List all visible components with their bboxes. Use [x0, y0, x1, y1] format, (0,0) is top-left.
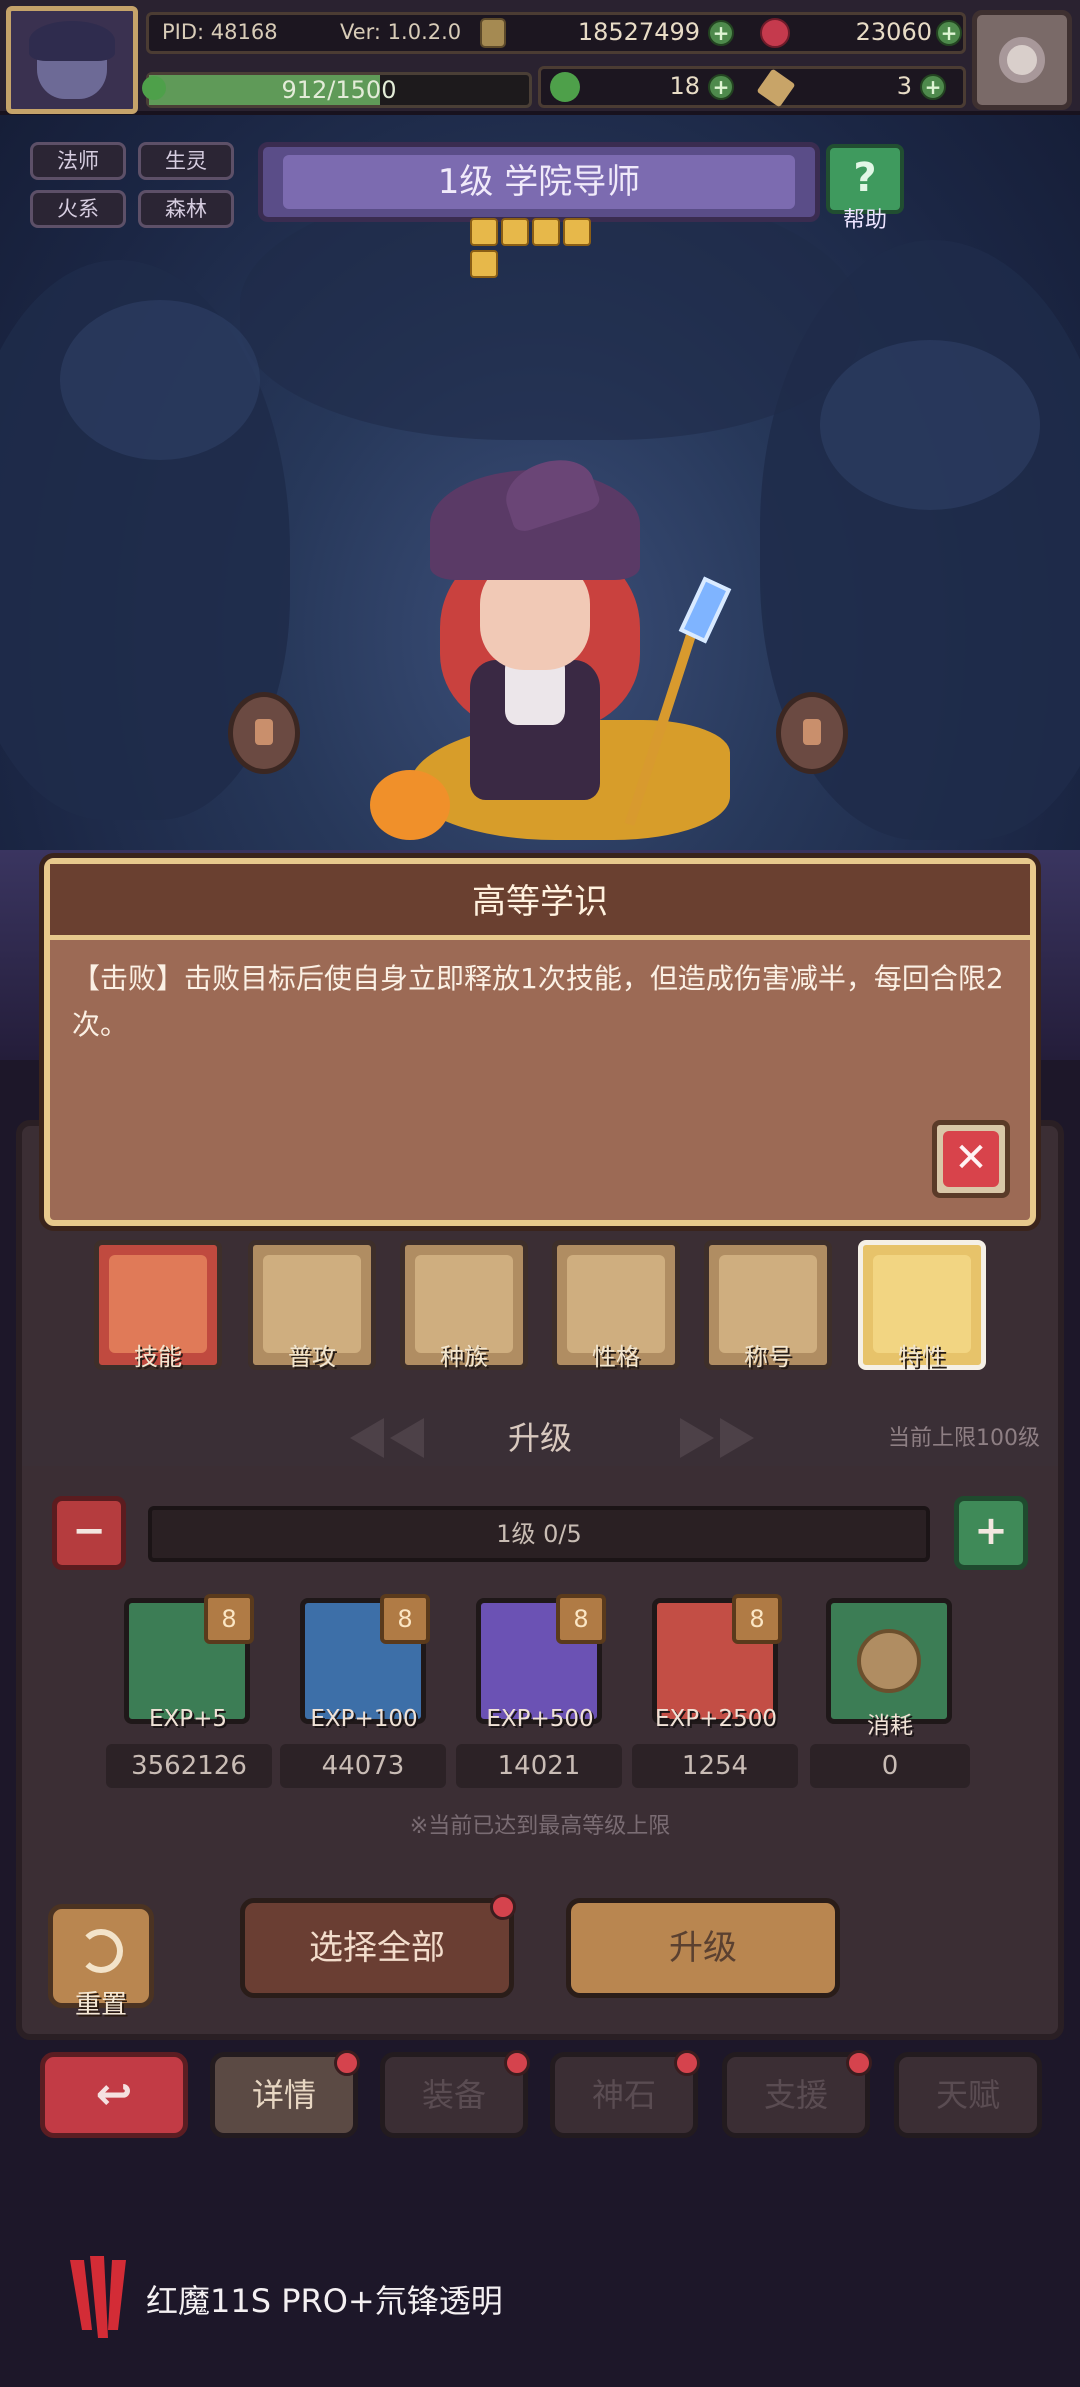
- tab-race[interactable]: 种族: [400, 1240, 528, 1371]
- exp-item-large-label: EXP+500: [486, 1706, 594, 1732]
- trait-detail-modal: 高等学识 【击败】击败目标后使自身立即释放1次技能，但造成伤害减半，每回合限2次…: [44, 858, 1036, 1226]
- level-progress-bar: 1级 0/5: [148, 1506, 930, 1562]
- star-icon: [501, 218, 529, 246]
- ruby-gem-icon: [760, 18, 790, 48]
- modal-description: 【击败】击败目标后使自身立即释放1次技能，但造成伤害减半，每回合限2次。: [72, 962, 1004, 1041]
- notification-dot: [674, 2050, 700, 2076]
- item-badge: 8: [380, 1594, 430, 1644]
- close-icon: ✕: [943, 1131, 999, 1187]
- exp-text: 912/1500: [281, 76, 397, 104]
- exp-item-medium-label: EXP+100: [310, 1706, 418, 1732]
- tab-trait-label: 特性: [898, 1343, 946, 1371]
- item-badge: 8: [556, 1594, 606, 1644]
- pet-companion: [370, 770, 450, 840]
- player-avatar[interactable]: [6, 6, 138, 114]
- tag-terrain: 森林: [138, 190, 234, 228]
- tab-normal-attack-label: 普攻: [288, 1343, 336, 1371]
- tab-skill-label: 技能: [134, 1343, 182, 1371]
- select-all-button[interactable]: 选择全部: [240, 1898, 514, 1998]
- tag-race: 生灵: [138, 142, 234, 180]
- add-gem-button[interactable]: +: [936, 20, 962, 46]
- add-clover-button[interactable]: +: [708, 74, 734, 100]
- item-badge: 8: [732, 1594, 782, 1644]
- upgrade-button[interactable]: 升级: [566, 1898, 840, 1998]
- notification-dot: [504, 2050, 530, 2076]
- star-icon: [470, 250, 498, 278]
- star-icon: [532, 218, 560, 246]
- coin-icon: [857, 1629, 921, 1693]
- star-rating: [470, 218, 610, 278]
- hero-title: 1级 学院导师: [437, 162, 641, 202]
- device-watermark: 红魔11S PRO+氘锋透明: [64, 2250, 664, 2340]
- exp-item-small-label: EXP+5: [148, 1706, 228, 1732]
- add-key-button[interactable]: +: [920, 74, 946, 100]
- gold-coin-icon: [480, 18, 506, 48]
- clover-icon: [550, 72, 580, 102]
- watermark-text: 红魔11S PRO+氘锋透明: [146, 2282, 503, 2320]
- foliage: [60, 300, 260, 460]
- tab-personality-label: 性格: [592, 1343, 640, 1371]
- notification-dot: [846, 2050, 872, 2076]
- tab-title-label: 称号: [744, 1343, 792, 1371]
- chevron-left-icon: [390, 1418, 424, 1458]
- reset-label: 重置: [74, 1990, 127, 2020]
- reset-icon: [79, 1929, 123, 1973]
- exp-item-small-count: 3562126: [106, 1744, 272, 1788]
- cost-count: 0: [810, 1744, 970, 1788]
- exp-item-huge-count: 1254: [632, 1744, 798, 1788]
- game-version: Ver: 1.0.2.0: [340, 20, 462, 44]
- level-limit-text: 当前上限100级: [888, 1426, 1040, 1451]
- upgrade-title: 升级: [507, 1419, 572, 1457]
- nav-talent[interactable]: 天赋: [894, 2052, 1042, 2138]
- modal-title: 高等学识: [472, 882, 608, 922]
- gold-amount: 18527499: [577, 18, 700, 46]
- cost-label: 消耗: [867, 1713, 913, 1739]
- notification-dot: [490, 1894, 516, 1920]
- prev-hero-button[interactable]: [228, 692, 300, 774]
- key-amount: 3: [896, 72, 912, 100]
- minus-icon: −: [72, 1508, 106, 1554]
- hero-title-banner: 1级 学院导师: [258, 142, 820, 222]
- max-level-note: ※当前已达到最高等级上限: [409, 1814, 671, 1839]
- close-modal-button[interactable]: ✕: [932, 1120, 1010, 1198]
- exp-item-medium-count: 44073: [280, 1744, 446, 1788]
- tab-normal-attack[interactable]: 普攻: [248, 1240, 376, 1371]
- tab-trait[interactable]: 特性: [858, 1240, 986, 1371]
- tag-element: 火系: [30, 190, 126, 228]
- back-button[interactable]: ↩: [40, 2052, 188, 2138]
- star-icon: [563, 218, 591, 246]
- help-label: 帮助: [842, 208, 887, 233]
- tab-title[interactable]: 称号: [704, 1240, 832, 1371]
- tab-race-label: 种族: [440, 1343, 488, 1371]
- exp-item-huge-label: EXP+2500: [655, 1706, 777, 1732]
- settings-button[interactable]: [972, 10, 1072, 110]
- clover-amount: 18: [669, 72, 700, 100]
- plus-icon: +: [974, 1508, 1008, 1554]
- gear-icon: [999, 37, 1045, 83]
- notification-dot: [334, 2050, 360, 2076]
- next-hero-button[interactable]: [776, 692, 848, 774]
- chevron-right-icon: [680, 1418, 714, 1458]
- level-up-button[interactable]: +: [954, 1496, 1028, 1570]
- chevron-right-icon: [720, 1418, 754, 1458]
- foliage: [820, 340, 1040, 510]
- add-gold-button[interactable]: +: [708, 20, 734, 46]
- tag-class: 法师: [30, 142, 126, 180]
- red-magic-logo-icon: [70, 2256, 126, 2338]
- gem-amount: 23060: [855, 18, 932, 46]
- chevron-left-icon: [350, 1418, 384, 1458]
- tab-personality[interactable]: 性格: [552, 1240, 680, 1371]
- player-id: PID: 48168: [162, 20, 278, 44]
- tab-skill[interactable]: 技能: [94, 1240, 222, 1371]
- modal-header: 高等学识: [50, 864, 1030, 940]
- avatar-hair: [29, 21, 115, 61]
- item-badge: 8: [204, 1594, 254, 1644]
- clover-icon: [142, 76, 166, 100]
- exp-bar: 912/1500: [146, 72, 532, 108]
- exp-item-large-count: 14021: [456, 1744, 622, 1788]
- level-down-button[interactable]: −: [52, 1496, 126, 1570]
- star-icon: [470, 218, 498, 246]
